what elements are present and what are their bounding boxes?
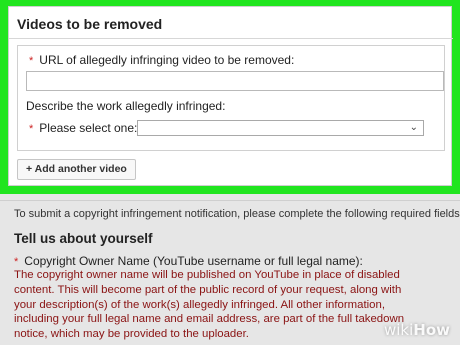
- required-marker: *: [29, 55, 34, 67]
- disclaimer-line: your description(s) of the work(s) alleg…: [14, 298, 385, 311]
- select-field-label: * Please select one:: [29, 121, 137, 135]
- describe-work-label: Describe the work allegedly infringed:: [26, 99, 226, 113]
- select-label-text: Please select one:: [39, 121, 138, 135]
- section-heading: Tell us about yourself: [14, 231, 153, 246]
- work-type-select[interactable]: ⌄: [137, 120, 424, 136]
- section-divider: [0, 200, 460, 201]
- divider: [9, 38, 453, 39]
- watermark-suffix: How: [413, 321, 450, 339]
- owner-label-text: Copyright Owner Name (YouTube username o…: [24, 254, 363, 268]
- disclaimer-line: content. This will become part of the pu…: [14, 283, 402, 296]
- wikihow-watermark: wikiHow: [384, 321, 450, 339]
- required-fields-notice: To submit a copyright infringement notif…: [14, 208, 460, 220]
- owner-name-label: * Copyright Owner Name (YouTube username …: [14, 254, 363, 268]
- infringing-url-input[interactable]: [26, 71, 444, 91]
- videos-panel: Videos to be removed * URL of allegedly i…: [8, 6, 453, 186]
- chevron-down-icon: ⌄: [409, 122, 418, 133]
- add-another-video-button[interactable]: + Add another video: [17, 159, 136, 180]
- panel-title: Videos to be removed: [17, 16, 163, 32]
- required-marker: *: [14, 256, 19, 268]
- watermark-prefix: wiki: [383, 321, 414, 339]
- required-marker: *: [29, 123, 34, 135]
- disclaimer-line: The copyright owner name will be publish…: [14, 269, 400, 281]
- url-field-label: * URL of allegedly infringing video to be…: [29, 53, 294, 67]
- url-label-text: URL of allegedly infringing video to be …: [39, 53, 295, 67]
